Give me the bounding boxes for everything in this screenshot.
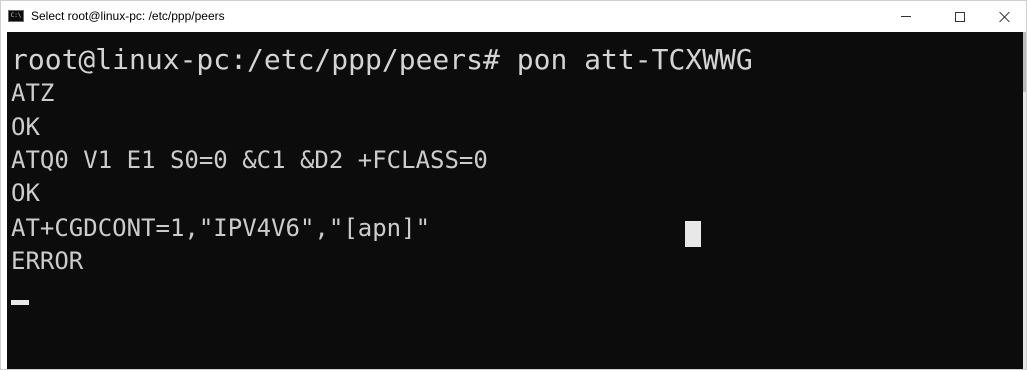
output-line: OK [11,113,40,141]
output-line: OK [11,179,40,207]
console-icon[interactable]: C:\ [8,10,24,22]
title-bar[interactable]: C:\ Select root@linux-pc: /etc/ppp/peers [1,1,1026,32]
text-cursor [11,300,29,305]
output-line: ERROR [11,247,84,275]
selection-block-cursor [685,221,701,247]
minimize-button[interactable] [883,1,929,32]
output-line: AT+CGDCONT=1,"IPV4V6","[apn]" [11,214,431,242]
scrollbar[interactable] [1023,32,1026,369]
minimize-icon [901,16,911,17]
prompt-line: root@linux-pc:/etc/ppp/peers# pon att-TC… [11,43,753,76]
close-button[interactable] [982,1,1026,32]
output-line: ATZ [11,79,55,107]
close-icon [999,11,1011,23]
scrollbar-thumb[interactable] [1023,32,1026,92]
output-line: ATQ0 V1 E1 S0=0 &C1 &D2 +FCLASS=0 [11,146,488,174]
terminal-output[interactable]: root@linux-pc:/etc/ppp/peers# pon att-TC… [7,32,1023,369]
window-title: Select root@linux-pc: /etc/ppp/peers [31,9,225,23]
terminal-window: C:\ Select root@linux-pc: /etc/ppp/peers… [0,0,1027,370]
maximize-button[interactable] [937,1,983,32]
maximize-icon [955,11,965,22]
